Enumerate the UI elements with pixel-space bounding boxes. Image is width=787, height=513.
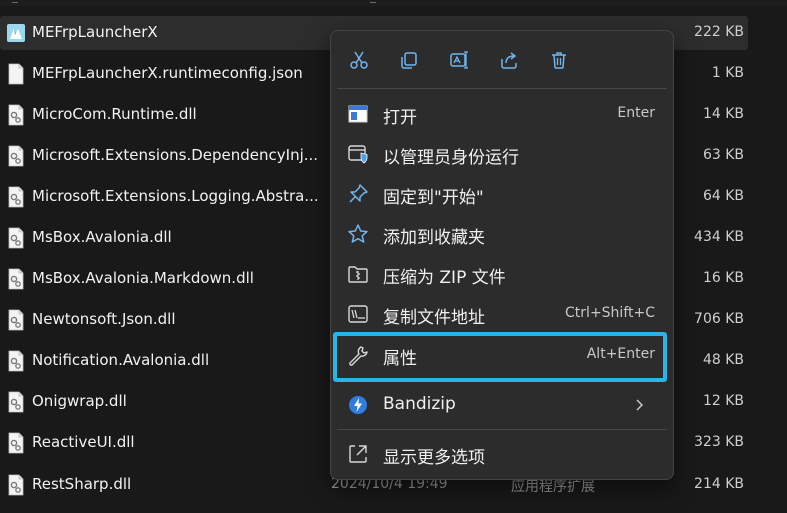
context-menu: 打开 Enter 以管理员身份运行 固定到"开始" 添加到收藏夹 压缩为 ZIP… [330,30,674,480]
delete-button[interactable] [544,45,574,75]
dll-file-icon [8,350,24,372]
open-window-icon [348,105,368,123]
menu-item-label: Bandizip [383,394,456,414]
menu-separator [337,429,667,430]
dll-file-icon [8,227,24,249]
dll-file-icon [8,104,24,126]
menu-item-shortcut: Ctrl+Shift+C [565,305,655,321]
file-size: 323 KB [694,434,744,450]
share-icon [501,52,517,69]
json-file-icon [8,63,24,85]
menu-item-show-more-options[interactable]: 显示更多选项 [335,436,669,472]
file-size: 14 KB [702,106,744,122]
dll-file-icon [8,432,24,454]
menu-item-label: 压缩为 ZIP 文件 [383,268,506,288]
copy-path-icon [348,305,368,323]
file-size: 214 KB [694,476,744,492]
dll-file-icon [8,268,24,290]
menu-item-compress-zip[interactable]: 压缩为 ZIP 文件 [335,256,669,292]
file-name: MsBox.Avalonia.Markdown.dll [32,269,254,287]
file-name: MsBox.Avalonia.dll [32,228,172,246]
menu-item-label: 显示更多选项 [383,448,485,468]
file-name: MEFrpLauncherX [32,23,158,41]
share-button[interactable] [494,45,524,75]
file-size: 1 KB [711,65,744,81]
trash-icon [552,52,566,69]
dll-file-icon [8,186,24,208]
properties-highlight-box [333,332,667,382]
more-options-icon [349,445,367,463]
menu-item-add-to-favorites[interactable]: 添加到收藏夹 [335,216,669,252]
file-name: RestSharp.dll [32,475,132,493]
copy-button[interactable] [394,45,424,75]
app-exe-icon [7,24,25,42]
star-icon [348,224,368,243]
menu-item-open[interactable]: 打开 Enter [335,96,669,132]
file-size: 63 KB [702,147,744,163]
pin-icon [349,184,368,203]
menu-separator [337,88,667,89]
scissors-icon [350,51,368,69]
menu-item-shortcut: Enter [617,105,655,121]
file-size: 434 KB [694,229,744,245]
file-name: MEFrpLauncherX.runtimeconfig.json [32,64,303,82]
file-name: Microsoft.Extensions.DependencyInj... [32,146,319,164]
file-size: 706 KB [694,311,744,327]
top-strip [0,0,787,6]
copy-icon [401,52,417,69]
file-name: Newtonsoft.Json.dll [32,310,176,328]
menu-item-label: 打开 [383,108,417,128]
chevron-right-icon [636,399,643,411]
file-size: 222 KB [694,24,744,40]
file-name: Microsoft.Extensions.Logging.Abstra... [32,187,319,205]
header-fragment [370,0,376,3]
menu-item-run-as-admin[interactable]: 以管理员身份运行 [335,136,669,172]
dll-file-icon [8,391,24,413]
header-fragment [12,0,18,3]
menu-item-label: 以管理员身份运行 [383,148,519,168]
menu-item-copy-path[interactable]: 复制文件地址 Ctrl+Shift+C [335,296,669,332]
bandizip-icon [349,396,367,414]
dll-file-icon [8,145,24,167]
file-name: MicroCom.Runtime.dll [32,105,197,123]
menu-item-pin-to-start[interactable]: 固定到"开始" [335,176,669,212]
menu-item-bandizip[interactable]: Bandizip [335,387,669,423]
menu-item-label: 复制文件地址 [383,308,485,328]
quick-action-bar [331,31,673,87]
rename-button[interactable] [444,45,474,75]
file-size: 16 KB [702,270,744,286]
file-name: Notification.Avalonia.dll [32,351,210,369]
dll-file-icon [8,474,24,496]
rename-icon [450,51,468,69]
file-size: 48 KB [702,352,744,368]
dll-file-icon [8,309,24,331]
file-name: ReactiveUI.dll [32,433,135,451]
file-size: 64 KB [702,188,744,204]
menu-item-label: 固定到"开始" [383,188,484,208]
cut-button[interactable] [344,45,374,75]
file-size: 12 KB [702,393,744,409]
admin-shield-icon [348,145,368,164]
file-name: Onigwrap.dll [32,392,127,410]
zip-folder-icon [348,266,368,283]
menu-item-label: 添加到收藏夹 [383,228,485,248]
